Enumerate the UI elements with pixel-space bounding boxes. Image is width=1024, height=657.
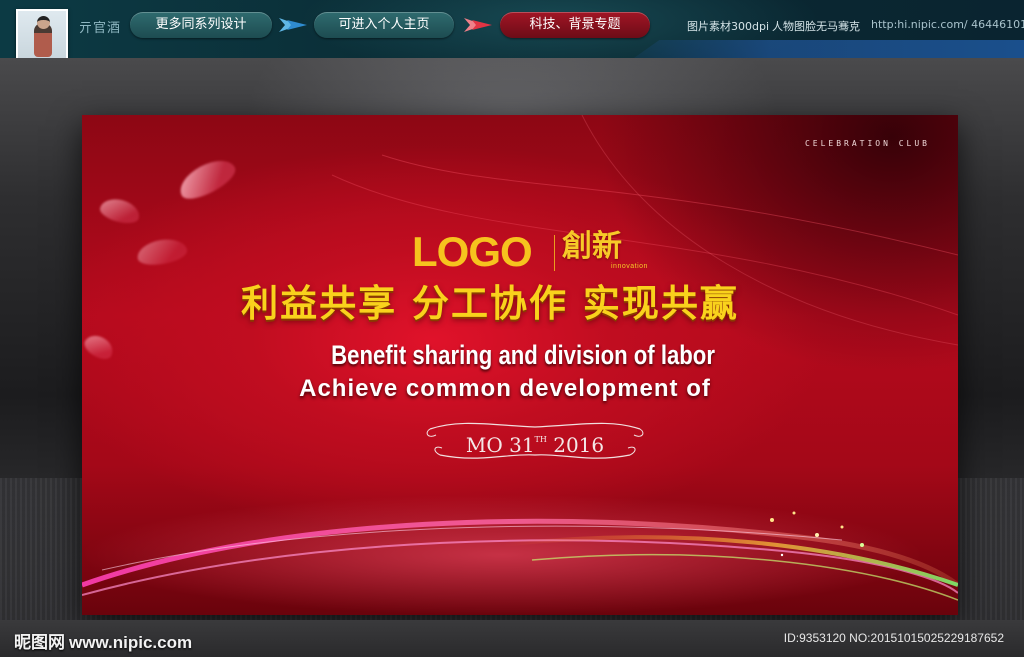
image-id-text: ID:9353120 NO:20151015025229187652 <box>783 631 1004 645</box>
dpi-info: 图片素材300dpi <box>687 20 770 33</box>
personal-home-button[interactable]: 可进入个人主页 <box>314 12 454 38</box>
blue-arrow-icon <box>279 18 307 32</box>
logo-subtext: innovation <box>611 263 648 270</box>
date-ornament: MO 31TH 2016 <box>420 415 650 465</box>
author-name[interactable]: 亓官酒 <box>79 17 121 36</box>
banner-image: CELEBRATION CLUB LOGO 創新 innovation 利益共享… <box>82 115 958 615</box>
logo-divider <box>554 235 555 271</box>
header-accent-strip <box>633 40 1024 58</box>
watermark-cn: 昵图网 <box>14 633 65 653</box>
celebration-club-text: CELEBRATION CLUB <box>804 139 930 148</box>
license-info: 人物图脸无马骞克 <box>772 20 860 33</box>
subtitle-line-1: Benefit sharing and division of labor <box>331 340 715 370</box>
watermark-url: www.nipic.com <box>69 633 193 652</box>
event-date: MO 31TH 2016 <box>465 433 605 457</box>
logo-text: LOGO <box>412 228 533 275</box>
headline: 利益共享 分工协作 实现共赢 <box>241 282 739 325</box>
red-arrow-icon <box>464 18 492 32</box>
topic-button[interactable]: 科技、背景专题 <box>500 12 650 38</box>
site-watermark[interactable]: 昵图网 www.nipic.com <box>14 628 192 653</box>
logo-chinese: 創新 <box>562 229 622 264</box>
avatar[interactable] <box>16 9 68 58</box>
author-url-link[interactable]: http:hi.nipic.com/ 464461016 <box>871 18 1024 31</box>
subtitle-line-2: Achieve common development of <box>299 375 711 402</box>
more-series-button[interactable]: 更多同系列设计 <box>130 12 272 38</box>
top-header-bar: 亓官酒 更多同系列设计 可进入个人主页 科技、背景专题 图片素材300dpi 人… <box>0 0 1024 58</box>
avatar-head <box>37 16 50 29</box>
footer-bar: 昵图网 www.nipic.com ID:9353120 NO:201510150… <box>0 620 1024 657</box>
